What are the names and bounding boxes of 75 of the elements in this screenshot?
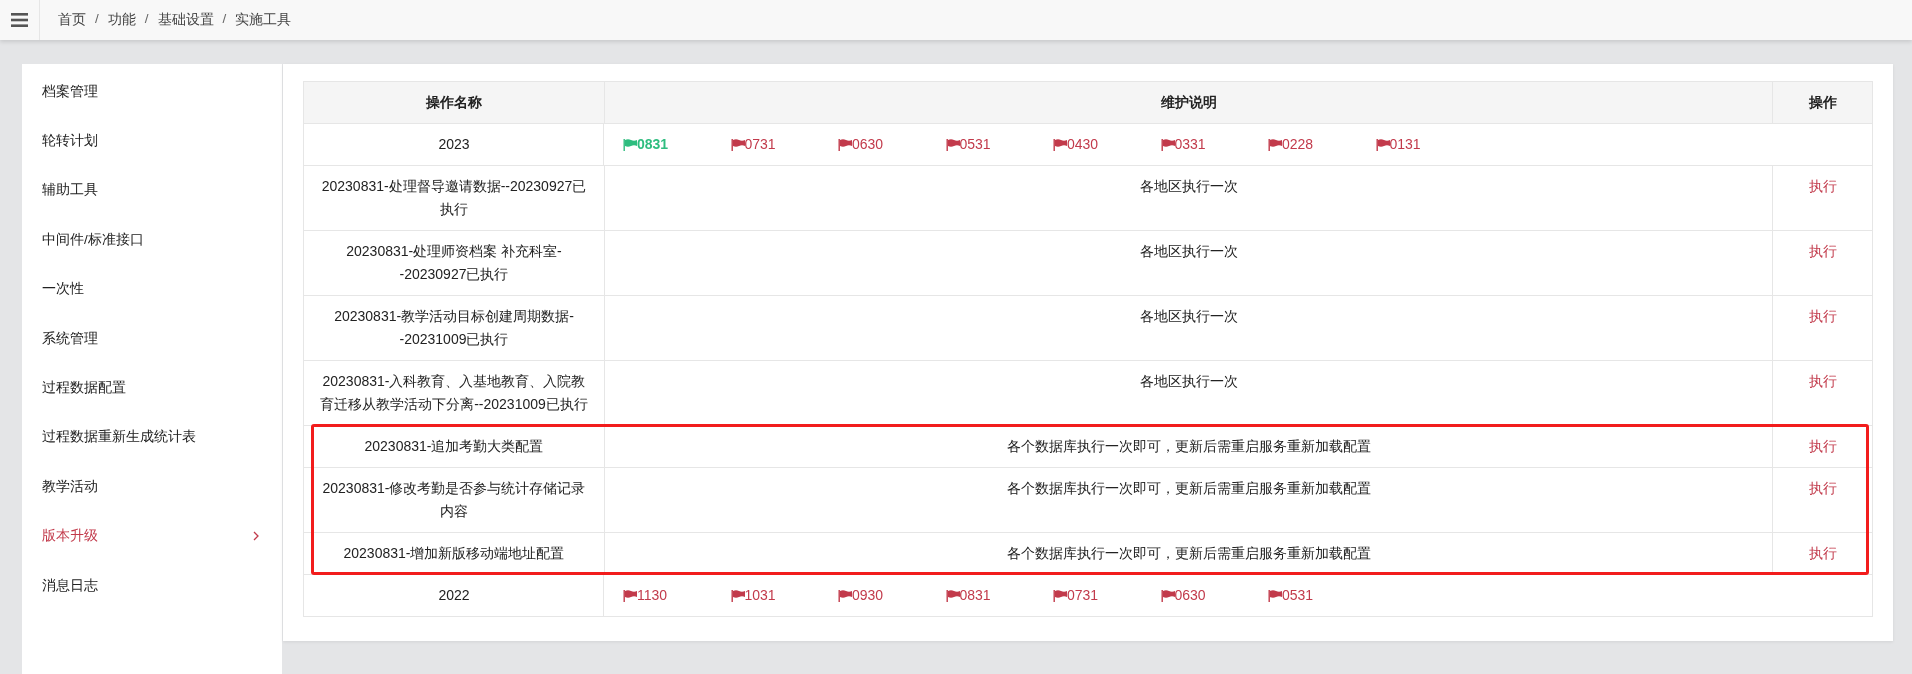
column-header: 操作名称 [304, 82, 604, 123]
breadcrumb-link[interactable]: 实施工具 [235, 11, 292, 29]
sidebar-item[interactable]: 系统管理 [22, 313, 282, 364]
flag-icon [623, 589, 637, 602]
operation-name-cell-text: 20230831-处理师资档案 补充科室--20230927已执行 [345, 242, 563, 284]
breadcrumb-link[interactable]: 功能 [107, 11, 136, 29]
version-tag-link[interactable]: 0531 [1268, 584, 1376, 607]
flag-icon [945, 589, 960, 602]
operation-name-cell-text: 2023 [437, 135, 471, 154]
breadcrumb-separator: / [95, 11, 99, 28]
sidebar-item[interactable]: 辅助工具 [22, 165, 282, 216]
menu-icon [11, 13, 28, 27]
column-header: 操作 [1772, 82, 1872, 123]
flag-icon [730, 138, 745, 151]
flag-icon [1375, 138, 1390, 151]
sidebar-item[interactable]: 消息日志 [22, 560, 282, 611]
column-header: 维护说明 [604, 82, 1772, 123]
version-tag-link[interactable]: 1130 [623, 584, 731, 607]
version-tag-link[interactable]: 0630 [1160, 584, 1268, 607]
version-tag-link[interactable]: 0228 [1268, 133, 1376, 156]
version-tag-link[interactable]: 0630 [838, 133, 946, 156]
operation-name-cell-text: 20230831-增加新版移动端地址配置 [342, 544, 566, 563]
operation-name-cell-text: 20230831-修改考勤是否参与统计存储记录内容 [321, 479, 587, 521]
breadcrumb-link[interactable]: 首页 [58, 11, 86, 29]
sidebar-item[interactable]: 版本升级 [22, 511, 282, 561]
execute-link[interactable]: 执行 [1808, 370, 1837, 393]
operation-name-cell-text: 2022 [437, 586, 471, 605]
version-tag-link[interactable]: 0831 [945, 584, 1053, 607]
operation-name-cell-text: 20230831-入科教育、入基地教育、入院教育迁移从教学活动下分离--20231009已执行 [319, 372, 589, 414]
sidebar-item[interactable]: 中间件/标准接口 [22, 215, 282, 265]
version-tag-link[interactable]: 0731 [1053, 584, 1161, 607]
version-tag-link[interactable]: 1031 [730, 584, 838, 607]
flag-icon [838, 138, 852, 151]
version-tag-link[interactable]: 0930 [838, 584, 946, 607]
sidebar-item[interactable]: 档案管理 [22, 67, 282, 117]
flag-icon [1268, 589, 1282, 602]
flag-icon [945, 138, 960, 151]
description-cell: 各个数据库执行一次即可，更新后需重启服务重新加载配置 [604, 468, 1772, 532]
version-tag-link[interactable]: 0331 [1160, 133, 1268, 156]
flag-icon [623, 138, 637, 151]
breadcrumb-separator: / [222, 11, 227, 28]
sidebar-item[interactable]: 教学活动 [22, 462, 282, 512]
description-cell: 各个数据库执行一次即可，更新后需重启服务重新加载配置 [604, 426, 1772, 467]
execute-link[interactable]: 执行 [1808, 175, 1837, 198]
execute-link[interactable]: 执行 [1808, 435, 1837, 458]
operation-name-cell-text: 20230831-追加考勤大类配置 [363, 437, 545, 456]
flag-icon [730, 589, 745, 602]
flag-icon [838, 589, 852, 602]
execute-link[interactable]: 执行 [1808, 240, 1837, 263]
chevron-right-icon [253, 531, 259, 542]
flag-icon [1053, 138, 1067, 151]
flag-icon [1160, 589, 1175, 602]
execute-link[interactable]: 执行 [1808, 477, 1837, 500]
sidebar-item[interactable]: 过程数据配置 [22, 363, 282, 413]
operation-name-cell-text: 20230831-处理督导邀请数据--20230927已执行 [320, 177, 588, 219]
description-cell: 各地区执行一次 [604, 231, 1772, 295]
execute-link[interactable]: 执行 [1808, 542, 1837, 565]
description-cell: 各地区执行一次 [604, 296, 1772, 360]
operation-name-cell-text: 20230831-教学活动目标创建周期数据--20231009已执行 [333, 307, 575, 349]
description-cell: 各地区执行一次 [604, 166, 1772, 230]
version-tag-link[interactable]: 0531 [945, 133, 1053, 156]
breadcrumb-separator: / [144, 11, 149, 28]
breadcrumb-link[interactable]: 基础设置 [157, 11, 214, 29]
sidebar-item[interactable]: 轮转计划 [22, 116, 282, 166]
sidebar-item[interactable]: 一次性 [22, 264, 282, 314]
flag-icon [1268, 138, 1282, 151]
version-tag-link[interactable]: 0731 [730, 133, 838, 156]
version-tag-link[interactable]: 0430 [1053, 133, 1161, 156]
sidebar-item[interactable]: 过程数据重新生成统计表 [22, 412, 282, 463]
flag-icon [1160, 138, 1175, 151]
version-tag-link[interactable]: 0131 [1375, 133, 1483, 156]
description-cell: 各个数据库执行一次即可，更新后需重启服务重新加载配置 [604, 533, 1772, 574]
execute-link[interactable]: 执行 [1808, 305, 1837, 328]
flag-icon [1053, 589, 1067, 602]
description-cell: 各地区执行一次 [604, 361, 1772, 425]
